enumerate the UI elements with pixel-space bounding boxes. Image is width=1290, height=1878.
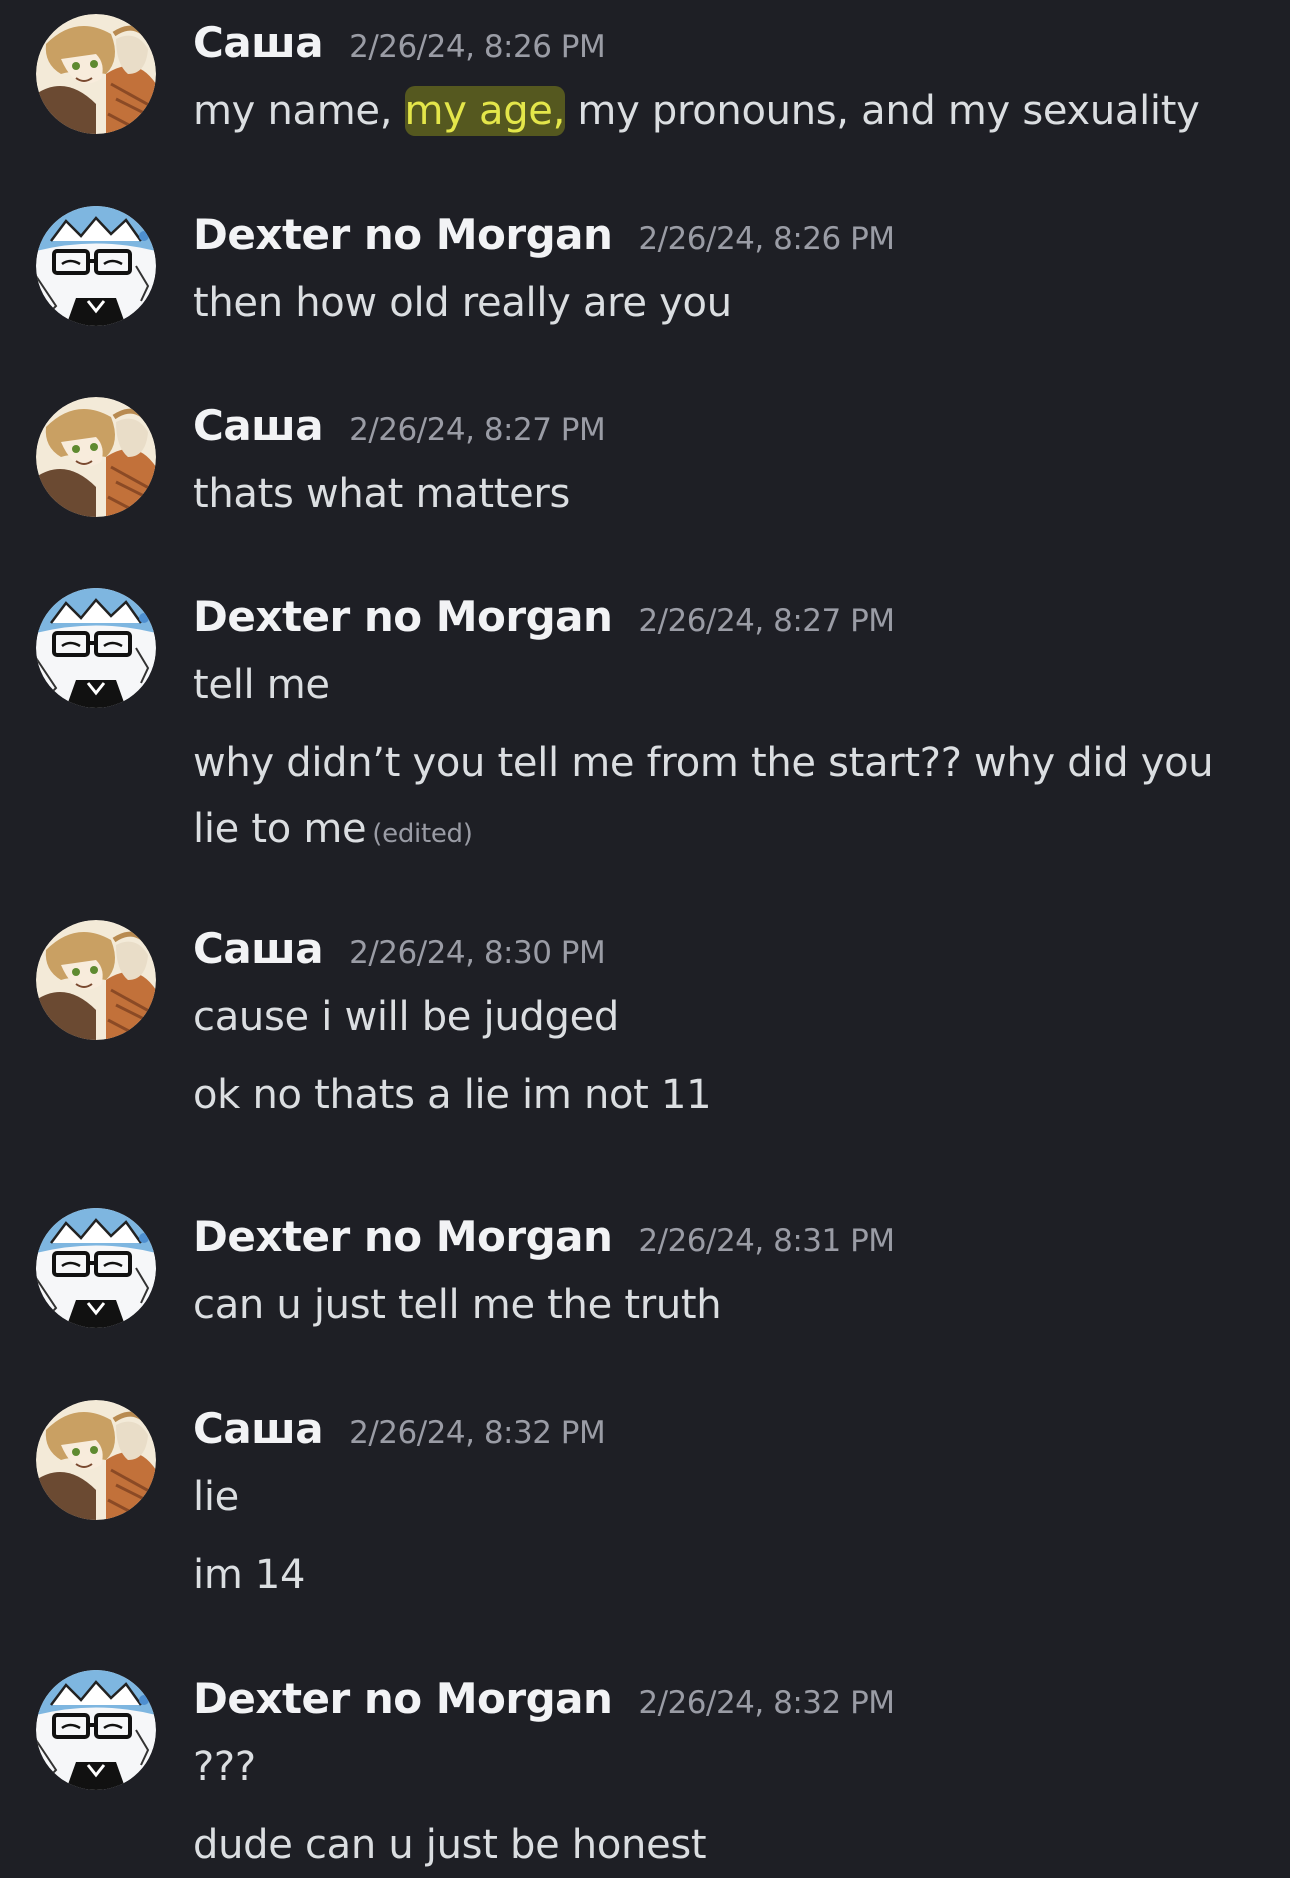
message-text: why didn’t you tell me from the start?? … [193,730,1263,867]
edited-label: (edited) [372,819,473,849]
avatar[interactable] [36,1670,156,1790]
username[interactable]: Саша [193,401,324,450]
message-text: thats what matters [193,471,571,517]
message-text: then how old really are you [193,280,732,326]
message-text: my name, my age, my pronouns, and my sex… [193,78,1200,144]
username[interactable]: Саша [193,924,324,973]
avatar[interactable] [36,14,156,134]
username[interactable]: Dexter no Morgan [193,1212,613,1261]
avatar[interactable] [36,397,156,517]
message-text: ok no thats a lie im not 11 [193,1072,712,1118]
username[interactable]: Саша [193,1404,324,1453]
chat-messages: Саша 2/26/24, 8:26 PM my name, my age, m… [0,0,1290,1878]
timestamp: 2/26/24, 8:26 PM [349,29,606,65]
timestamp: 2/26/24, 8:30 PM [349,935,606,971]
message-text: lie [193,1474,239,1520]
username[interactable]: Саша [193,18,324,67]
timestamp: 2/26/24, 8:27 PM [349,412,606,448]
message-text: cause i will be judged [193,994,619,1040]
timestamp: 2/26/24, 8:31 PM [638,1223,895,1259]
timestamp: 2/26/24, 8:32 PM [349,1415,606,1451]
timestamp: 2/26/24, 8:27 PM [638,603,895,639]
message-text: tell me [193,662,330,708]
timestamp: 2/26/24, 8:32 PM [638,1685,895,1721]
timestamp: 2/26/24, 8:26 PM [638,221,895,257]
message-text-part: my name, [193,88,405,134]
username[interactable]: Dexter no Morgan [193,1674,613,1723]
username[interactable]: Dexter no Morgan [193,210,613,259]
message-text-part: why didn’t you tell me from the start?? … [193,740,1214,852]
message-text: dude can u just be honest [193,1822,707,1868]
avatar[interactable] [36,206,156,326]
username[interactable]: Dexter no Morgan [193,592,613,641]
message-text: can u just tell me the truth [193,1282,722,1328]
avatar[interactable] [36,920,156,1040]
message-text: im 14 [193,1552,306,1598]
avatar[interactable] [36,588,156,708]
highlighted-text: my age, [404,86,566,136]
avatar[interactable] [36,1400,156,1520]
avatar[interactable] [36,1208,156,1328]
message-text: ??? [193,1744,256,1790]
message-text-part: my pronouns, and my sexuality [565,88,1200,134]
